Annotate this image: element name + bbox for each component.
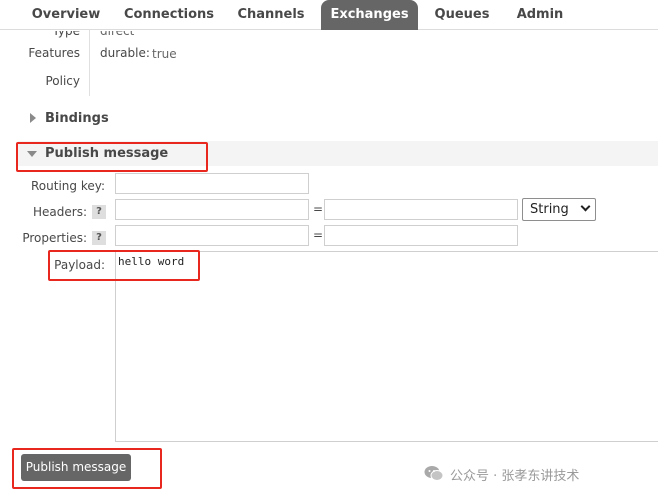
header-key-input[interactable] — [115, 199, 309, 220]
tab-connections[interactable]: Connections — [120, 0, 218, 30]
tab-overview[interactable]: Overview — [22, 0, 110, 30]
header-type-value: String — [530, 202, 569, 217]
headers-label: Headers: — [33, 205, 87, 219]
header-value-input[interactable] — [324, 199, 518, 220]
policy-label: Policy — [45, 74, 80, 88]
headers-help-icon[interactable]: ? — [92, 205, 106, 219]
top-nav: Overview Connections Channels Exchanges … — [0, 0, 658, 30]
property-value-input[interactable] — [324, 225, 518, 246]
tab-queues[interactable]: Queues — [428, 0, 496, 30]
durable-key: durable: — [100, 46, 150, 60]
annotation-box-payload — [48, 250, 200, 281]
durable-value: true — [152, 47, 177, 61]
collapsed-arrow-icon — [30, 113, 36, 123]
header-equals: = — [313, 202, 324, 216]
tab-channels[interactable]: Channels — [228, 0, 314, 30]
properties-label: Properties: — [22, 231, 87, 245]
bindings-header: Bindings — [45, 111, 109, 126]
annotation-box-publish-header — [16, 142, 208, 172]
wechat-icon — [424, 466, 444, 481]
watermark-text: 公众号 · 张孝东讲技术 — [450, 469, 580, 484]
routing-key-input[interactable] — [115, 173, 309, 194]
details-divider — [89, 30, 90, 96]
routing-key-label: Routing key: — [31, 179, 105, 193]
chevron-down-icon — [580, 201, 591, 212]
tab-admin[interactable]: Admin — [505, 0, 575, 30]
property-key-input[interactable] — [115, 225, 309, 246]
property-equals: = — [313, 228, 324, 242]
features-label: Features — [28, 46, 80, 60]
annotation-box-publish-button — [12, 448, 162, 489]
tab-exchanges[interactable]: Exchanges — [321, 0, 418, 30]
properties-help-icon[interactable]: ? — [92, 231, 106, 245]
header-type-select[interactable]: String — [522, 198, 596, 221]
